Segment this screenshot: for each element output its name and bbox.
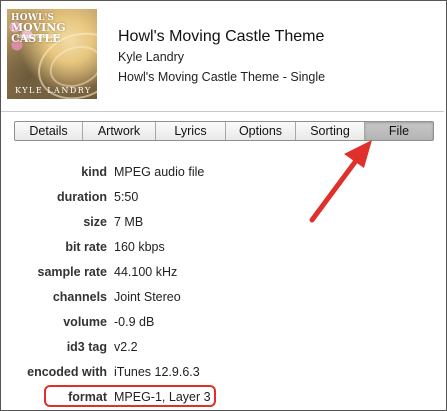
info-value: MPEG audio file [114, 165, 205, 179]
info-row-bit-rate: bit rate 160 kbps [0, 238, 447, 256]
artwork-text-line2: MOVING CASTLE [11, 21, 66, 45]
info-label: kind [81, 165, 107, 179]
tab-bar: Details Artwork Lyrics Options Sorting F… [14, 121, 434, 141]
info-value: 7 MB [114, 215, 144, 229]
track-title: Howl's Moving Castle Theme [118, 28, 325, 45]
info-label: volume [63, 315, 107, 329]
info-value: 44.100 kHz [114, 265, 178, 279]
info-row-encoded-with: encoded with iTunes 12.9.6.3 [0, 363, 447, 381]
info-label: bit rate [65, 240, 107, 254]
format-highlight-box [44, 385, 216, 407]
info-row-kind: kind MPEG audio file [0, 163, 447, 181]
artwork-text-artist: KYLE LANDRY [15, 86, 92, 95]
info-value: 160 kbps [114, 240, 165, 254]
tab-details[interactable]: Details [15, 122, 83, 140]
tab-label: File [388, 124, 410, 138]
tab-label: Artwork [97, 124, 141, 138]
info-label: encoded with [27, 365, 107, 379]
info-label: sample rate [37, 265, 107, 279]
info-label: id3 tag [66, 340, 107, 354]
tab-label: Sorting [310, 124, 350, 138]
tab-options[interactable]: Options [226, 122, 296, 140]
info-row-sample-rate: sample rate 44.100 kHz [0, 263, 447, 281]
track-album: Howl's Moving Castle Theme - Single [118, 70, 326, 84]
info-value: 5:50 [114, 190, 139, 204]
track-artist: Kyle Landry [118, 50, 185, 64]
tab-artwork[interactable]: Artwork [83, 122, 156, 140]
info-value: Joint Stereo [114, 290, 181, 304]
info-value: iTunes 12.9.6.3 [114, 365, 200, 379]
info-row-duration: duration 5:50 [0, 188, 447, 206]
track-header: HOWL'S MOVING CASTLE classical solo pian… [2, 2, 445, 102]
info-label: size [83, 215, 107, 229]
tab-sorting[interactable]: Sorting [296, 122, 365, 140]
artwork-text-line3: classical solo piano [17, 34, 61, 40]
info-label: duration [57, 190, 107, 204]
tab-file[interactable]: File [365, 122, 433, 140]
info-row-id3-tag: id3 tag v2.2 [0, 338, 447, 356]
info-row-size: size 7 MB [0, 213, 447, 231]
info-value: v2.2 [114, 340, 138, 354]
info-row-channels: channels Joint Stereo [0, 288, 447, 306]
album-artwork: HOWL'S MOVING CASTLE classical solo pian… [7, 9, 97, 99]
tab-label: Details [29, 124, 68, 138]
info-row-volume: volume -0.9 dB [0, 313, 447, 331]
info-label: channels [52, 290, 107, 304]
tab-lyrics[interactable]: Lyrics [156, 122, 226, 140]
info-value: -0.9 dB [114, 315, 155, 329]
tab-label: Lyrics [174, 124, 207, 138]
header-divider [1, 111, 444, 112]
tab-label: Options [238, 124, 283, 138]
